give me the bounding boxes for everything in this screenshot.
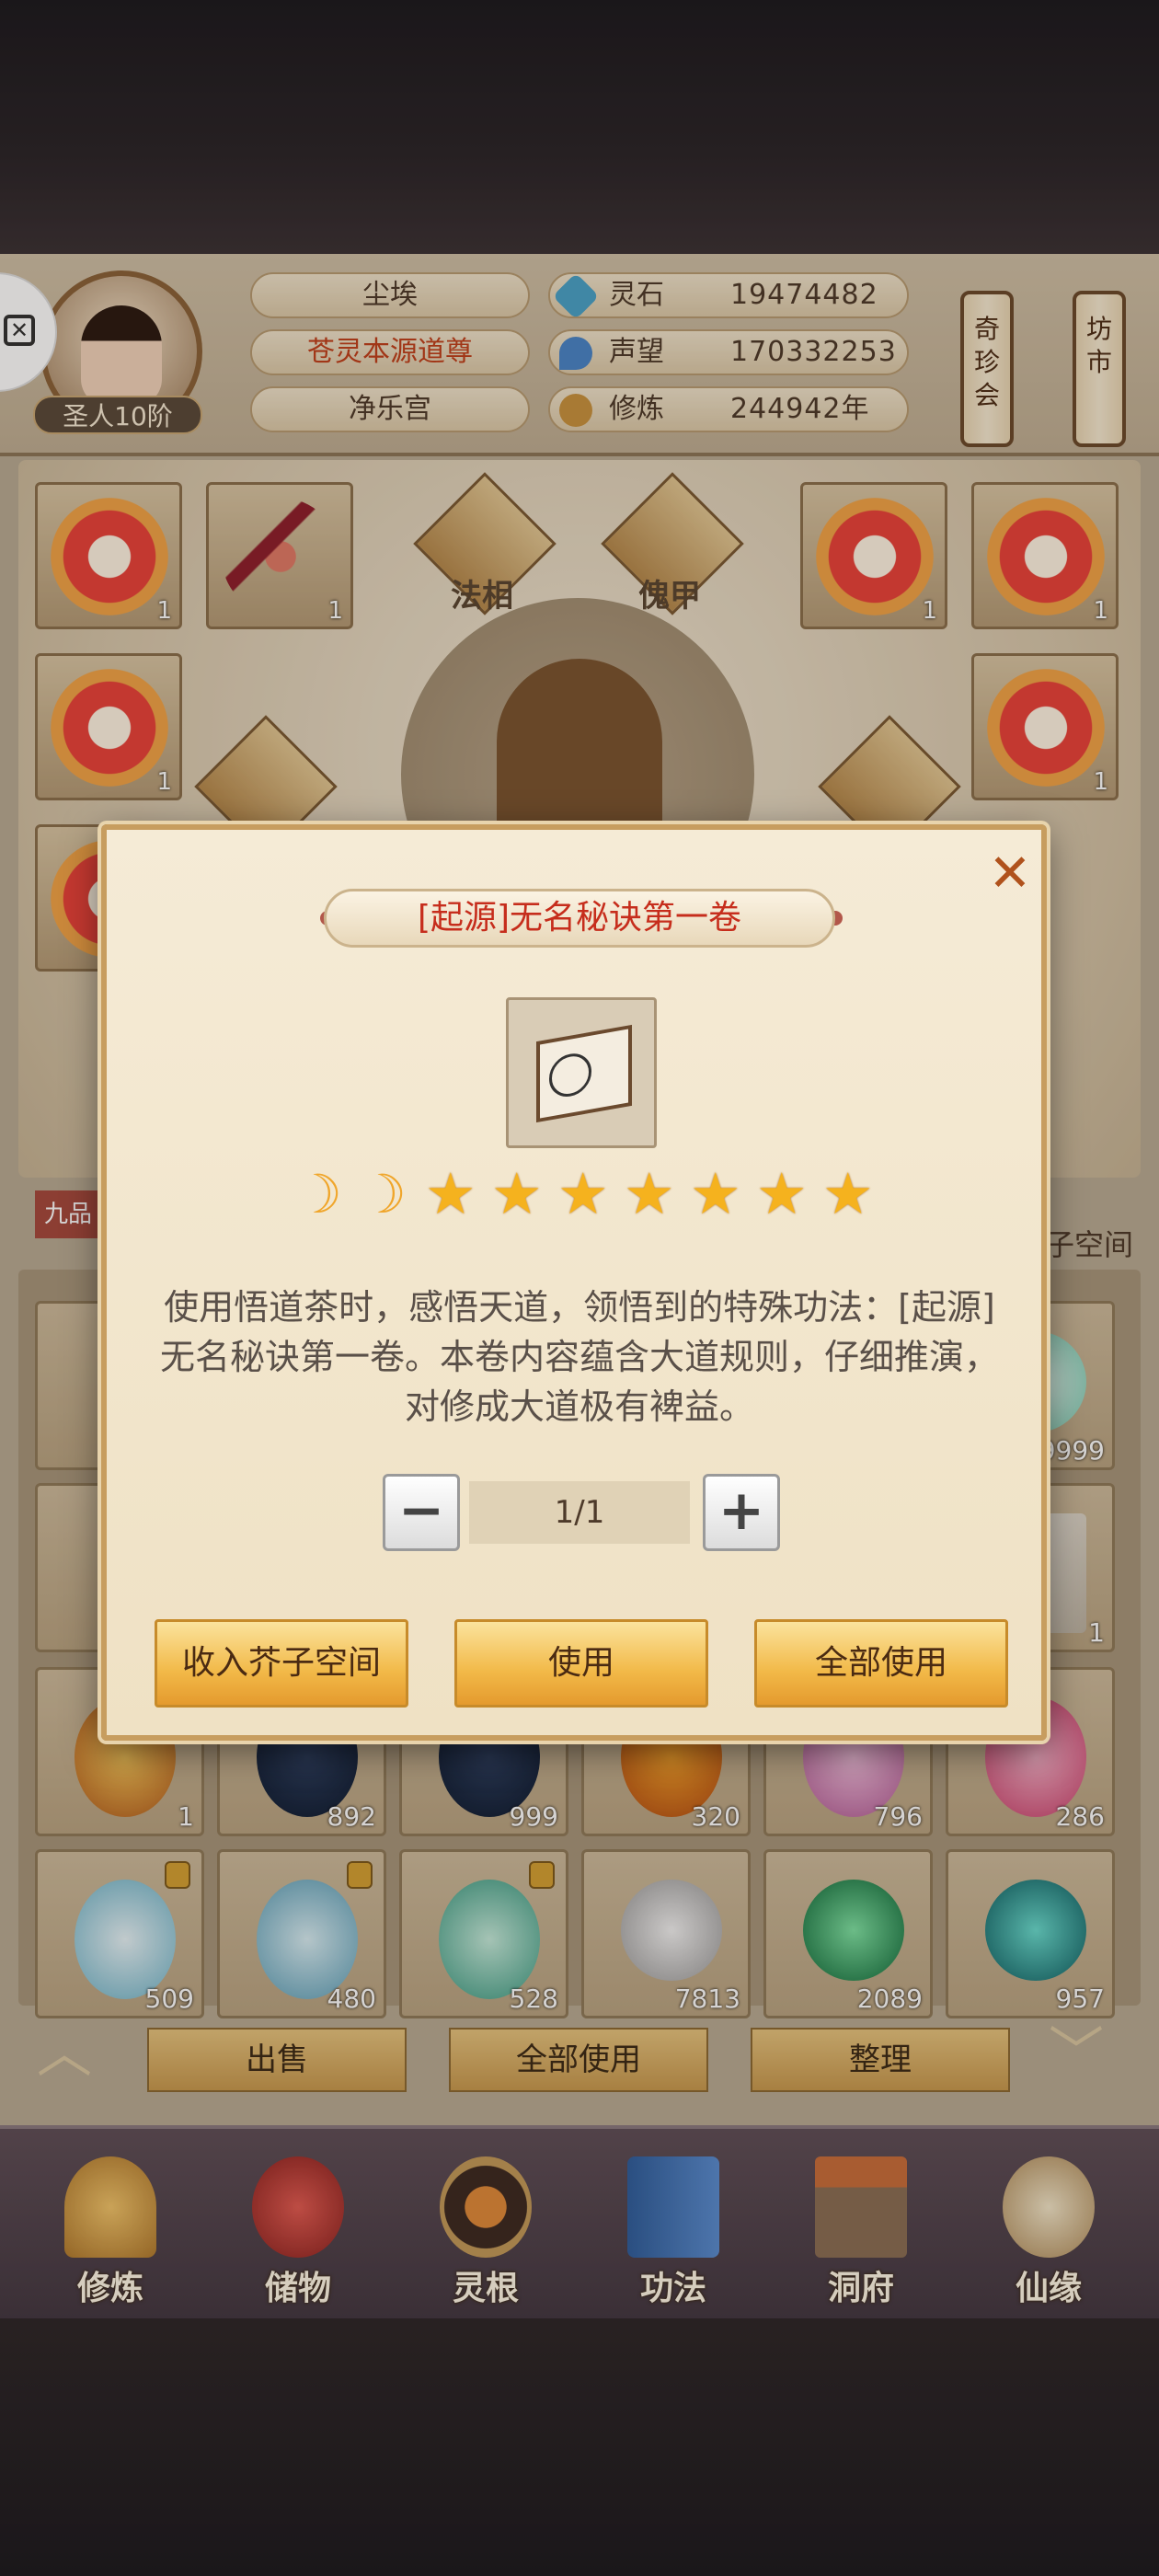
item-title: [起源]无名秘诀第一卷	[324, 889, 835, 948]
star-icon: ★	[822, 1160, 874, 1227]
secret-scroll-book-icon	[536, 1024, 632, 1123]
item-description: 使用悟道茶时，感悟天道，领悟到的特殊功法：[起源]无名秘诀第一卷。本卷内容蕴含大…	[159, 1287, 999, 1427]
item-icon-frame	[506, 997, 657, 1148]
store-in-space-button[interactable]: 收入芥子空间	[155, 1619, 408, 1708]
rarity-stars: ☽ ☽ ★ ★ ★ ★ ★ ★ ★	[291, 1165, 879, 1229]
quantity-field[interactable]: 1/1	[469, 1481, 690, 1544]
moon-icon: ☽	[294, 1163, 342, 1225]
star-icon: ★	[624, 1160, 675, 1227]
increment-button[interactable]: +	[703, 1474, 780, 1551]
star-icon: ★	[557, 1160, 609, 1227]
star-icon: ★	[756, 1160, 808, 1227]
decrement-button[interactable]: −	[383, 1474, 460, 1551]
use-button[interactable]: 使用	[454, 1619, 708, 1708]
star-icon: ★	[690, 1160, 741, 1227]
use-all-button[interactable]: 全部使用	[754, 1619, 1008, 1708]
moon-icon: ☽	[359, 1163, 407, 1225]
close-icon[interactable]: ✕	[982, 848, 1038, 903]
star-icon: ★	[425, 1160, 476, 1227]
item-detail-modal: ✕ [起源]无名秘诀第一卷 ☽ ☽ ★ ★ ★ ★ ★ ★ ★ 使用悟道茶时，感…	[101, 824, 1047, 1741]
star-icon: ★	[491, 1160, 543, 1227]
